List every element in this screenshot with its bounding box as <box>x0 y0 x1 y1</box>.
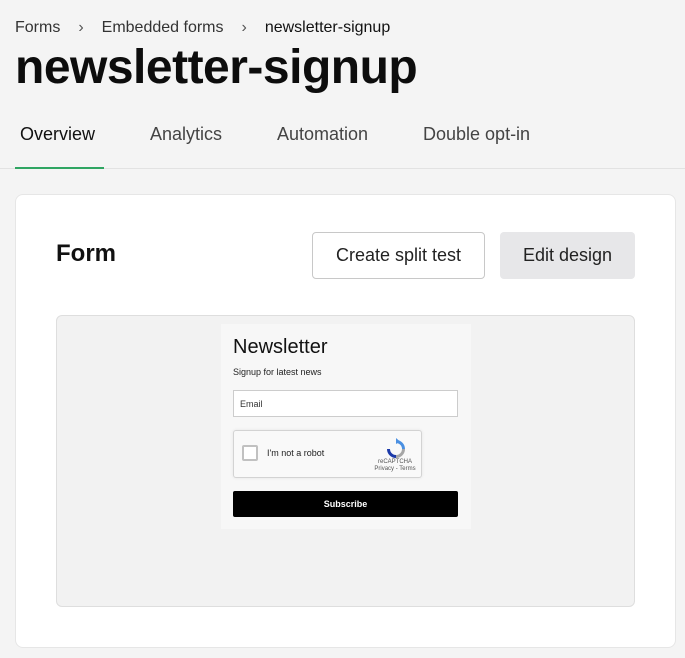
newsletter-subtitle: Signup for latest news <box>233 367 322 377</box>
tab-double-opt-in[interactable]: Double opt-in <box>423 124 530 145</box>
chevron-right-icon: › <box>78 19 84 36</box>
recaptcha-privacy-terms[interactable]: Privacy - Terms <box>371 466 419 473</box>
embedded-newsletter-form: Newsletter Signup for latest news I'm no… <box>221 324 471 529</box>
subscribe-button[interactable]: Subscribe <box>233 491 458 517</box>
recaptcha-brand-text: reCAPTCHA <box>377 459 412 465</box>
breadcrumb-embedded-forms[interactable]: Embedded forms <box>102 19 224 37</box>
page-title: newsletter-signup <box>15 41 418 94</box>
recaptcha-widget: I'm not a robot reCAPTCHA Privacy - Term… <box>233 430 422 478</box>
form-preview: Newsletter Signup for latest news I'm no… <box>56 315 635 607</box>
breadcrumb-current: newsletter-signup <box>264 19 391 36</box>
create-split-test-button[interactable]: Create split test <box>312 232 485 279</box>
recaptcha-checkbox[interactable] <box>242 445 258 461</box>
chevron-right-icon: › <box>241 19 247 36</box>
newsletter-title: Newsletter <box>233 336 328 358</box>
recaptcha-branding: reCAPTCHA Privacy - Terms <box>371 459 419 473</box>
card-title: Form <box>56 240 116 267</box>
breadcrumb: Forms › Embedded forms › newsletter-sign… <box>15 19 390 37</box>
edit-design-button[interactable]: Edit design <box>500 232 635 279</box>
tab-analytics[interactable]: Analytics <box>150 124 222 145</box>
recaptcha-label: I'm not a robot <box>267 448 325 458</box>
tab-automation[interactable]: Automation <box>277 124 368 145</box>
tab-overview[interactable]: Overview <box>20 124 95 145</box>
tab-bar: Overview Analytics Automation Double opt… <box>0 114 685 169</box>
breadcrumb-forms[interactable]: Forms <box>15 19 60 37</box>
email-field[interactable] <box>233 390 458 417</box>
recaptcha-icon <box>387 438 405 458</box>
form-card: Form Create split test Edit design Newsl… <box>15 194 676 648</box>
active-tab-indicator <box>15 167 104 169</box>
